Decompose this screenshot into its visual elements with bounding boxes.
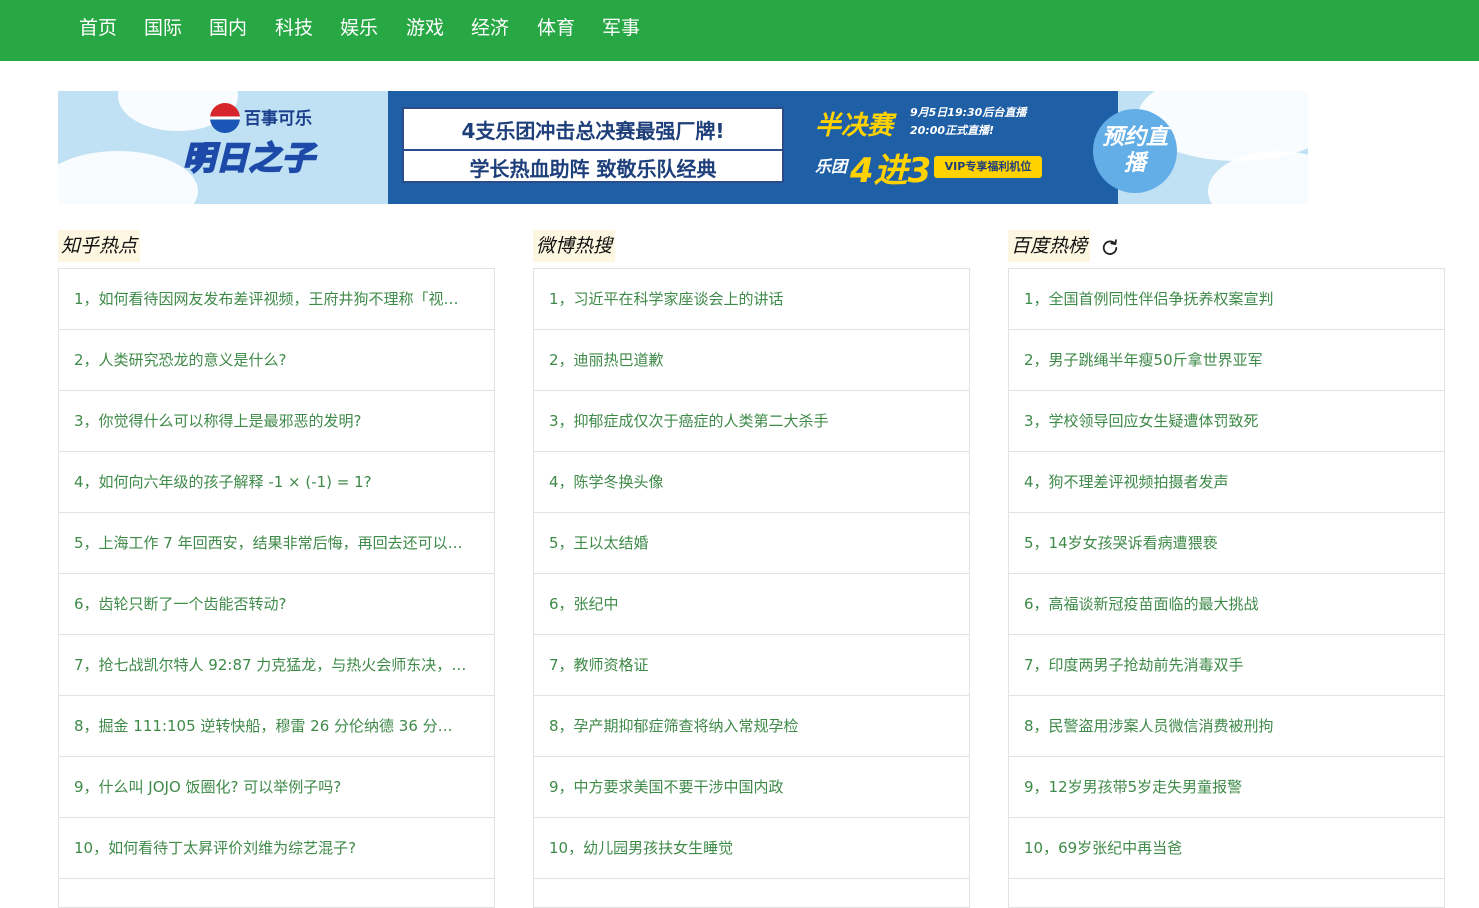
list-item[interactable]: 7，印度两男子抢劫前先消毒双手 xyxy=(1009,635,1444,696)
nav-item-domestic[interactable]: 国内 xyxy=(209,13,247,43)
list-item[interactable]: 1，习近平在科学家座谈会上的讲话 xyxy=(534,269,969,330)
list-item[interactable]: 5，上海工作 7 年回西安，结果非常后悔，再回去还可以吗？ xyxy=(59,513,494,574)
list-item[interactable]: 8，孕产期抑郁症筛查将纳入常规孕检 xyxy=(534,696,969,757)
panel-title-baidu: 百度热榜 xyxy=(1008,230,1091,262)
banner-reserve-button[interactable]: 预约直播 xyxy=(1093,109,1177,193)
panel-title-zhihu: 知乎热点 xyxy=(58,230,141,262)
list-item[interactable]: 6，张纪中 xyxy=(534,574,969,635)
list-item[interactable]: 4，狗不理差评视频拍摄者发声 xyxy=(1009,452,1444,513)
list-item[interactable]: 9，什么叫 JOJO 饭圈化? 可以举例子吗? xyxy=(59,757,494,818)
banner-semifinal: 半决赛 xyxy=(815,111,894,141)
list-item[interactable]: 7，教师资格证 xyxy=(534,635,969,696)
list-item[interactable]: 9，12岁男孩带5岁走失男童报警 xyxy=(1009,757,1444,818)
nav-item-games[interactable]: 游戏 xyxy=(406,13,444,43)
banner-time-line2: 20:00正式直播! xyxy=(910,124,995,137)
baidu-hot-list: 1，全国首例同性伴侣争抚养权案宣判 2，男子跳绳半年瘦50斤拿世界亚军 3，学校… xyxy=(1008,268,1445,908)
list-item[interactable]: 3，学校领导回应女生疑遭体罚致死 xyxy=(1009,391,1444,452)
banner-slogan-box: 4支乐团冲击总决赛最强厂牌! 学长热血助阵 致敬乐队经典 xyxy=(402,107,784,183)
list-item[interactable]: 10，69岁张纪中再当爸 xyxy=(1009,818,1444,879)
weibo-hot-list: 1，习近平在科学家座谈会上的讲话 2，迪丽热巴道歉 3，抑郁症成仅次于癌症的人类… xyxy=(533,268,970,908)
banner-slogan-line2: 学长热血助阵 致敬乐队经典 xyxy=(404,149,782,182)
top-navbar: 首页 国际 国内 科技 娱乐 游戏 经济 体育 军事 xyxy=(0,0,1479,61)
banner-vip-badge: VIP专享福利机位 xyxy=(934,156,1042,178)
nav-item-economy[interactable]: 经济 xyxy=(471,13,509,43)
nav-item-home[interactable]: 首页 xyxy=(79,13,117,43)
nav-item-sports[interactable]: 体育 xyxy=(537,13,575,43)
list-item[interactable]: 1，全国首例同性伴侣争抚养权案宣判 xyxy=(1009,269,1444,330)
list-item[interactable]: 8，民警盗用涉案人员微信消费被刑拘 xyxy=(1009,696,1444,757)
list-item[interactable]: 4，陈学冬换头像 xyxy=(534,452,969,513)
list-item[interactable]: 5，14岁女孩哭诉看病遭猥亵 xyxy=(1009,513,1444,574)
list-item[interactable]: 6，齿轮只断了一个齿能否转动? xyxy=(59,574,494,635)
list-item[interactable]: 4，如何向六年级的孩子解释 -1 × (-1) = 1? xyxy=(59,452,494,513)
list-item[interactable]: 2，人类研究恐龙的意义是什么? xyxy=(59,330,494,391)
banner-show-logo: 明日之子 xyxy=(182,138,316,178)
banner-brand: 百事可乐 xyxy=(244,109,312,129)
banner-band-label: 乐团 xyxy=(815,157,848,176)
list-item[interactable]: 5，王以太结婚 xyxy=(534,513,969,574)
panel-title-weibo: 微博热搜 xyxy=(533,230,616,262)
nav-item-entertainment[interactable]: 娱乐 xyxy=(340,13,378,43)
list-item[interactable]: 3，你觉得什么可以称得上是最邪恶的发明? xyxy=(59,391,494,452)
list-item[interactable]: 7，抢七战凯尔特人 92:87 力克猛龙，与热火会师东决，如何评价这场比赛？ xyxy=(59,635,494,696)
list-item[interactable]: 9，中方要求美国不要干涉中国内政 xyxy=(534,757,969,818)
nav-item-tech[interactable]: 科技 xyxy=(275,13,313,43)
list-item[interactable]: 3，抑郁症成仅次于癌症的人类第二大杀手 xyxy=(534,391,969,452)
nav-item-international[interactable]: 国际 xyxy=(144,13,182,43)
list-item[interactable]: 8，掘金 111:105 逆转快船，穆雷 26 分伦纳德 36 分，如何评价这场… xyxy=(59,696,494,757)
refresh-icon[interactable] xyxy=(1101,238,1119,256)
list-item[interactable]: 10，幼儿园男孩扶女生睡觉 xyxy=(534,818,969,879)
zhihu-hot-list: 1，如何看待因网友发布差评视频，王府井狗不理称「视频恶劣」并报警？ 2，人类研究… xyxy=(58,268,495,908)
list-item[interactable]: 2，迪丽热巴道歉 xyxy=(534,330,969,391)
list-item[interactable]: 2，男子跳绳半年瘦50斤拿世界亚军 xyxy=(1009,330,1444,391)
list-item[interactable]: 10，如何看待丁太昇评价刘维为综艺混子? xyxy=(59,818,494,879)
banner-slogan-line1: 4支乐团冲击总决赛最强厂牌! xyxy=(461,119,725,143)
banner-score: 4进3 xyxy=(850,151,932,191)
list-item[interactable]: 1，如何看待因网友发布差评视频，王府井狗不理称「视频恶劣」并报警？ xyxy=(59,269,494,330)
banner-time-line1: 9月5日19:30后台直播 xyxy=(910,106,1027,119)
pepsi-logo-icon xyxy=(210,103,240,133)
list-item[interactable]: 6，高福谈新冠疫苗面临的最大挑战 xyxy=(1009,574,1444,635)
nav-item-military[interactable]: 军事 xyxy=(602,13,640,43)
ad-banner[interactable]: 百事可乐 明日之子 4支乐团冲击总决赛最强厂牌! 学长热血助阵 致敬乐队经典 半… xyxy=(58,91,1308,204)
banner-cloud xyxy=(58,151,198,204)
